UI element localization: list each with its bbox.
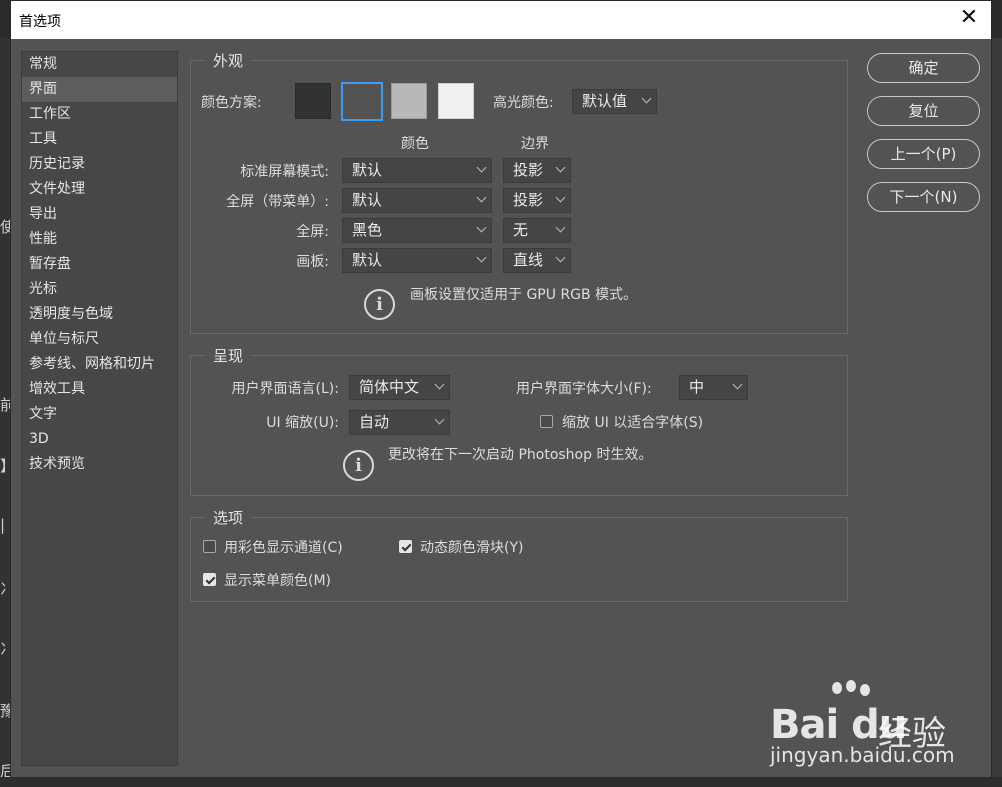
color-scheme-swatch-darkest[interactable] <box>295 83 331 119</box>
ok-button[interactable]: 确定 <box>867 53 980 83</box>
sidebar-item-transparency[interactable]: 透明度与色域 <box>22 302 177 327</box>
chevron-down-icon <box>476 192 487 203</box>
artboard-border-select[interactable]: 直线 <box>503 248 571 273</box>
ui-font-size-label: 用户界面字体大小(F): <box>516 381 652 397</box>
dynamic-color-sliders-label[interactable]: 动态颜色滑块(Y) <box>420 537 523 557</box>
sidebar-item-3d[interactable]: 3D <box>22 427 177 452</box>
ui-scaling-value: 自动 <box>359 413 390 431</box>
sidebar-item-performance[interactable]: 性能 <box>22 227 177 252</box>
dynamic-color-sliders-checkbox[interactable] <box>399 540 412 553</box>
sidebar-item-interface[interactable]: 界面 <box>22 77 177 102</box>
full-screen-menus-color-select[interactable]: 默认 <box>342 188 492 213</box>
presentation-title: 呈现 <box>205 345 252 366</box>
scale-ui-to-font-checkbox[interactable] <box>540 415 553 428</box>
previous-button[interactable]: 上一个(P) <box>867 139 980 169</box>
chevron-down-icon <box>434 379 445 390</box>
standard-screen-color-value: 默认 <box>352 161 383 179</box>
baidu-jingyan-watermark: Bai du 经验 jingyan.baidu.com <box>760 680 960 770</box>
ui-font-size-value: 中 <box>689 378 705 396</box>
full-screen-label: 全屏: <box>296 224 329 240</box>
ui-language-value: 简体中文 <box>359 378 420 396</box>
show-menu-colors-label[interactable]: 显示菜单颜色(M) <box>224 570 331 590</box>
chevron-down-icon <box>555 162 566 173</box>
sidebar-item-history[interactable]: 历史记录 <box>22 152 177 177</box>
artboard-label: 画板: <box>296 254 329 270</box>
highlight-color-label: 高光颜色: <box>493 95 554 111</box>
standard-screen-color-select[interactable]: 默认 <box>342 158 492 183</box>
options-title: 选项 <box>205 507 252 528</box>
chevron-down-icon <box>732 379 743 390</box>
sidebar-item-guides-grid[interactable]: 参考线、网格和切片 <box>22 352 177 377</box>
chevron-down-icon <box>555 222 566 233</box>
preferences-sidebar: 常规 界面 工作区 工具 历史记录 文件处理 导出 性能 暂存盘 光标 透明度与… <box>21 51 178 766</box>
color-scheme-swatch-medium-light[interactable] <box>391 83 427 119</box>
chevron-down-icon <box>476 222 487 233</box>
border-column-header: 边界 <box>521 136 549 152</box>
sidebar-item-file-handling[interactable]: 文件处理 <box>22 177 177 202</box>
preferences-dialog: 首选项 ✕ 常规 界面 工作区 工具 历史记录 文件处理 导出 性能 暂存盘 光… <box>10 0 992 778</box>
color-scheme-swatch-medium-dark[interactable] <box>341 82 383 121</box>
sidebar-item-export[interactable]: 导出 <box>22 202 177 227</box>
sidebar-item-tech-previews[interactable]: 技术预览 <box>22 452 177 477</box>
watermark-url: jingyan.baidu.com <box>770 743 955 767</box>
paw-icon <box>846 680 856 692</box>
chevron-down-icon <box>641 93 652 104</box>
reset-button[interactable]: 复位 <box>867 96 980 126</box>
full-screen-menus-border-value: 投影 <box>513 191 544 209</box>
close-icon[interactable]: ✕ <box>957 7 981 31</box>
sidebar-item-cursors[interactable]: 光标 <box>22 277 177 302</box>
artboard-color-value: 默认 <box>352 251 383 269</box>
chevron-down-icon <box>555 252 566 263</box>
standard-screen-label: 标准屏幕模式: <box>240 164 329 180</box>
standard-screen-border-value: 投影 <box>513 161 544 179</box>
sidebar-item-tools[interactable]: 工具 <box>22 127 177 152</box>
color-channels-label[interactable]: 用彩色显示通道(C) <box>224 537 343 557</box>
standard-screen-border-select[interactable]: 投影 <box>503 158 571 183</box>
info-icon: i <box>343 450 374 481</box>
full-screen-menus-label: 全屏（带菜单）: <box>226 194 329 210</box>
scale-ui-to-font-label[interactable]: 缩放 UI 以适合字体(S) <box>562 412 703 432</box>
chevron-down-icon <box>476 162 487 173</box>
show-menu-colors-checkbox[interactable] <box>203 573 216 586</box>
full-screen-menus-border-select[interactable]: 投影 <box>503 188 571 213</box>
color-channels-checkbox[interactable] <box>203 540 216 553</box>
full-screen-menus-color-value: 默认 <box>352 191 383 209</box>
ui-scaling-select[interactable]: 自动 <box>349 410 450 435</box>
paw-icon <box>832 682 842 694</box>
title-bar: 首选项 ✕ <box>11 1 991 39</box>
sidebar-item-type[interactable]: 文字 <box>22 402 177 427</box>
sidebar-item-general[interactable]: 常规 <box>22 52 177 77</box>
color-scheme-label: 颜色方案: <box>201 95 262 111</box>
full-screen-border-select[interactable]: 无 <box>503 218 571 243</box>
full-screen-border-value: 无 <box>513 221 529 239</box>
background-app-strip-right <box>992 38 1002 787</box>
sidebar-item-plugins[interactable]: 增效工具 <box>22 377 177 402</box>
full-screen-color-select[interactable]: 黑色 <box>342 218 492 243</box>
sidebar-item-scratch-disks[interactable]: 暂存盘 <box>22 252 177 277</box>
sidebar-item-units-rulers[interactable]: 单位与标尺 <box>22 327 177 352</box>
background-app-bottom <box>0 777 1002 787</box>
highlight-color-select[interactable]: 默认值 <box>572 89 657 114</box>
ui-font-size-select[interactable]: 中 <box>679 375 748 400</box>
artboard-border-value: 直线 <box>513 251 544 269</box>
color-column-header: 颜色 <box>401 136 429 152</box>
artboard-info-text: 画板设置仅适用于 GPU RGB 模式。 <box>410 287 638 303</box>
full-screen-color-value: 黑色 <box>352 221 383 239</box>
sidebar-item-workspace[interactable]: 工作区 <box>22 102 177 127</box>
restart-info-text: 更改将在下一次启动 Photoshop 时生效。 <box>388 447 653 463</box>
artboard-color-select[interactable]: 默认 <box>342 248 492 273</box>
dialog-title: 首选项 <box>19 14 61 30</box>
highlight-color-value: 默认值 <box>582 92 628 110</box>
color-scheme-swatch-lightest[interactable] <box>438 83 474 119</box>
ui-language-select[interactable]: 简体中文 <box>349 375 450 400</box>
next-button[interactable]: 下一个(N) <box>867 182 980 212</box>
chevron-down-icon <box>476 252 487 263</box>
ui-language-label: 用户界面语言(L): <box>231 381 339 397</box>
appearance-title: 外观 <box>205 50 252 71</box>
ui-scaling-label: UI 缩放(U): <box>266 415 339 431</box>
info-icon: i <box>364 289 395 320</box>
chevron-down-icon <box>555 192 566 203</box>
paw-icon <box>860 684 870 696</box>
chevron-down-icon <box>434 414 445 425</box>
